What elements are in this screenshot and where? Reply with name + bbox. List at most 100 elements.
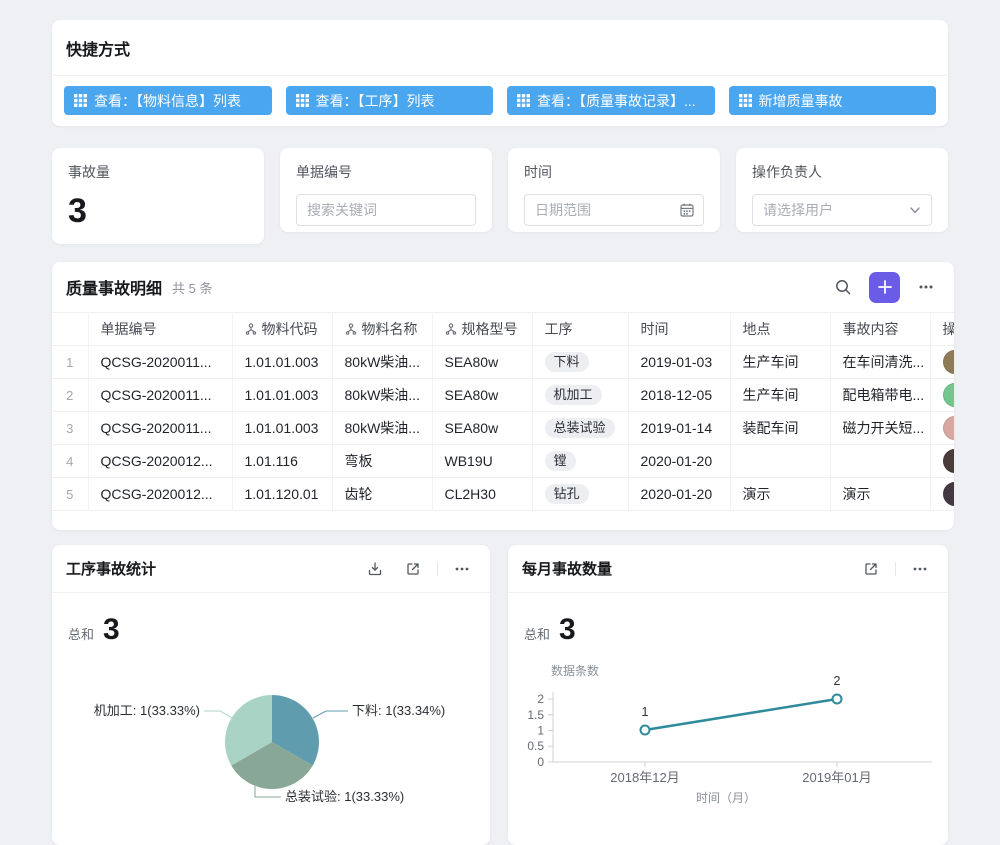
cell-content: 磁力开关短...	[830, 412, 930, 445]
grid-icon	[517, 94, 530, 107]
shortcut-add-quality-incident-button[interactable]: 新增质量事故	[729, 86, 937, 115]
incident-count-value: 3	[68, 192, 248, 231]
process-tag: 机加工	[545, 385, 602, 405]
line-total-stat: 总和 3	[508, 593, 948, 647]
cell-time: 2019-01-14	[628, 412, 730, 445]
line-more-button[interactable]	[906, 555, 934, 583]
expand-chart-button[interactable]	[399, 555, 427, 583]
cell-content: 在车间清洗...	[830, 346, 930, 379]
cell-doc-number: QCSG-2020011...	[88, 412, 232, 445]
date-range-input[interactable]	[524, 194, 704, 226]
expand-chart-button[interactable]	[857, 555, 885, 583]
time-filter-card: 时间	[508, 148, 720, 232]
col-header-incident-content: 事故内容	[830, 313, 930, 346]
y-tick-label: 0.5	[527, 739, 544, 753]
doc-number-search-input[interactable]	[296, 194, 476, 226]
shortcut-view-process-list-button[interactable]: 查看：【工序】列表	[286, 86, 494, 115]
cell-material-code: 1.01.01.003	[232, 346, 332, 379]
time-filter-label: 时间	[524, 162, 704, 182]
cell-doc-number: QCSG-2020011...	[88, 346, 232, 379]
operator-avatar	[943, 482, 955, 506]
process-tag: 镗	[545, 451, 576, 471]
shortcut-button-row: 查看：【物料信息】列表 查看：【工序】列表 查看：【质量事故记录】... 新增质…	[52, 76, 948, 125]
line-card-header: 每月事故数量	[508, 545, 948, 593]
data-point[interactable]	[833, 695, 842, 704]
point-label: 2	[834, 674, 841, 688]
doc-number-label: 单据编号	[296, 162, 476, 182]
table-record-count: 共 5 条	[172, 278, 212, 297]
cell-spec: SEA80w	[432, 346, 532, 379]
y-axis-title: 数据条数	[551, 663, 599, 678]
process-incident-stats-card: 工序事故统计	[52, 545, 490, 845]
operator-avatar	[943, 350, 955, 374]
operator-avatar	[943, 449, 955, 473]
open-in-new-icon	[405, 561, 421, 577]
cell-operator	[930, 346, 954, 379]
cell-place: 生产车间	[730, 379, 830, 412]
cell-process: 下料	[532, 346, 628, 379]
pie-label-xialiao: 下料: 1(33.34%)	[352, 703, 445, 718]
operator-filter-label: 操作负责人	[752, 162, 932, 182]
add-record-button[interactable]	[869, 272, 900, 303]
grid-icon	[74, 94, 87, 107]
pie-label-jijiagong: 机加工: 1(33.33%)	[94, 703, 200, 718]
cell-doc-number: QCSG-2020012...	[88, 478, 232, 511]
point-label: 1	[642, 705, 649, 719]
shortcut-button-label: 查看：【质量事故记录】...	[537, 91, 696, 111]
download-icon	[367, 561, 383, 577]
process-tag: 下料	[545, 352, 589, 372]
y-tick-label: 1.5	[527, 708, 544, 722]
cell-place: 装配车间	[730, 412, 830, 445]
pie-total-stat: 总和 3	[52, 593, 490, 647]
table-search-button[interactable]	[829, 273, 857, 301]
shortcut-view-quality-record-button[interactable]: 查看：【质量事故记录】...	[507, 86, 715, 115]
table-row[interactable]: 3 QCSG-2020011... 1.01.01.003 80kW柴油... …	[52, 412, 954, 445]
cell-place	[730, 445, 830, 478]
table-row[interactable]: 5 QCSG-2020012... 1.01.120.01 齿轮 CL2H30 …	[52, 478, 954, 511]
cell-material-code: 1.01.01.003	[232, 379, 332, 412]
export-chart-button[interactable]	[361, 555, 389, 583]
row-index: 2	[52, 379, 88, 412]
pie-leader-line	[204, 711, 232, 718]
cell-process: 机加工	[532, 379, 628, 412]
cell-spec: CL2H30	[432, 478, 532, 511]
cell-material-code: 1.01.01.003	[232, 412, 332, 445]
shortcuts-card: 快捷方式 查看：【物料信息】列表 查看：【工序】列表 查看：【质量事故记录】..…	[52, 20, 948, 126]
cell-process: 镗	[532, 445, 628, 478]
row-index: 5	[52, 478, 88, 511]
process-tag: 钻孔	[545, 484, 589, 504]
cell-material-name: 齿轮	[332, 478, 432, 511]
x-axis-title: 时间（月）	[696, 791, 756, 805]
doc-number-filter-card: 单据编号	[280, 148, 492, 232]
pie-more-button[interactable]	[448, 555, 476, 583]
operator-avatar	[943, 383, 955, 407]
cell-operator	[930, 445, 954, 478]
table-title: 质量事故明细	[66, 275, 162, 299]
ellipsis-icon	[911, 560, 929, 578]
col-header-doc-number: 单据编号	[88, 313, 232, 346]
data-point[interactable]	[641, 726, 650, 735]
table-row[interactable]: 4 QCSG-2020012... 1.01.116 弯板 WB19U 镗 20…	[52, 445, 954, 478]
divider	[895, 562, 896, 576]
grid-icon	[296, 94, 309, 107]
table-more-button[interactable]	[912, 273, 940, 301]
grid-icon	[739, 94, 752, 107]
monthly-line-chart: 数据条数 2 1.5 1 0.5 0 2018年12月 2019年01月 1 2…	[508, 640, 948, 806]
cell-time: 2020-01-20	[628, 445, 730, 478]
cell-place: 演示	[730, 478, 830, 511]
operator-select[interactable]	[752, 194, 932, 226]
pie-label-zongzhuangshiyan: 总装试验: 1(33.33%)	[285, 789, 404, 804]
open-in-new-icon	[863, 561, 879, 577]
cell-material-name: 弯板	[332, 445, 432, 478]
shortcut-view-material-list-button[interactable]: 查看：【物料信息】列表	[64, 86, 272, 115]
shortcut-button-label: 查看：【工序】列表	[316, 91, 435, 111]
col-header-spec-model: 规格型号	[432, 313, 532, 346]
col-header-operator: 操作负责人	[930, 313, 954, 346]
cell-material-name: 80kW柴油...	[332, 346, 432, 379]
process-pie-chart: 机加工: 1(33.33%) 下料: 1(33.34%) 总装试验: 1(33.…	[52, 640, 490, 815]
line-series	[645, 699, 837, 730]
magnifier-icon	[834, 278, 852, 296]
table-row[interactable]: 1 QCSG-2020011... 1.01.01.003 80kW柴油... …	[52, 346, 954, 379]
ellipsis-icon	[453, 560, 471, 578]
table-row[interactable]: 2 QCSG-2020011... 1.01.01.003 80kW柴油... …	[52, 379, 954, 412]
